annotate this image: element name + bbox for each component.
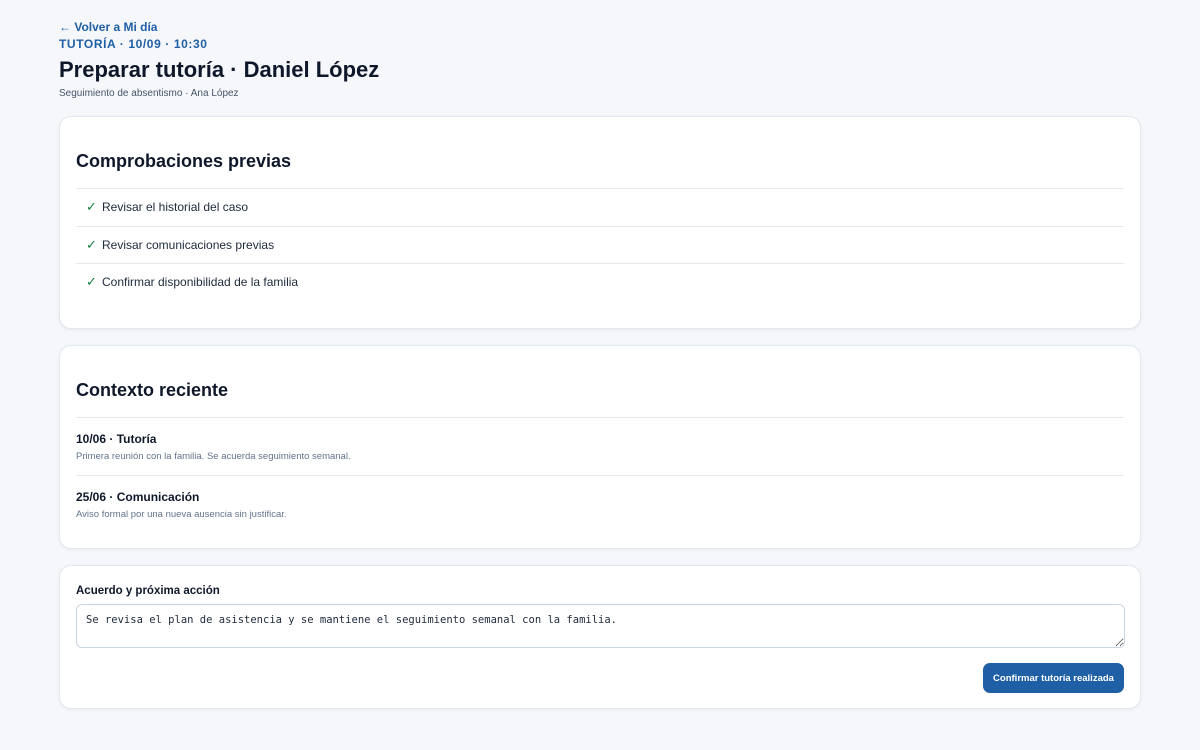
confirm-tutoring-button[interactable]: Confirmar tutoría realizada [983,663,1124,693]
agreement-label: Acuerdo y próxima acción [76,585,220,597]
context-title: Contexto reciente [76,380,229,400]
checks-title: Comprobaciones previas [76,151,292,171]
timeline-entry-detail: Primera reunión con la familia. Se acuer… [76,451,351,462]
timeline-entry: 10/06 · Tutoría Primera reunión con la f… [76,417,1124,475]
context-card: Contexto reciente 10/06 · Tutoría Primer… [59,345,1141,549]
check-item-label: Confirmar disponibilidad de la familia [102,275,299,290]
timeline-entry-heading: 10/06 · Tutoría [76,432,157,446]
check-item[interactable]: ✓ Revisar comunicaciones previas [76,225,1124,264]
tutoring-prep-page: ← Volver a Mi día TUTORÍA · 10/09 · 10:3… [0,0,1200,750]
checkmark-icon: ✓ [86,236,97,252]
agreement-card: Acuerdo y próxima acción Se revisa el pl… [59,565,1141,709]
page-title: Preparar tutoría · Daniel López [59,57,380,82]
check-item[interactable]: ✓ Revisar el historial del caso [76,188,1124,226]
context-timeline: 10/06 · Tutoría Primera reunión con la f… [76,417,1124,533]
session-eyebrow: TUTORÍA · 10/09 · 10:30 [59,37,208,51]
check-item-label: Revisar comunicaciones previas [102,237,275,252]
check-item[interactable]: ✓ Confirmar disponibilidad de la familia [76,263,1124,301]
checks-card: Comprobaciones previas ✓ Revisar el hist… [59,116,1141,329]
timeline-entry-detail: Aviso formal por una nueva ausencia sin … [76,509,287,520]
check-item-label: Revisar el historial del caso [102,200,249,215]
checkmark-icon: ✓ [86,274,97,290]
agreement-textarea[interactable]: Se revisa el plan de asistencia y se man… [76,604,1125,648]
checkmark-icon: ✓ [86,199,97,215]
back-link[interactable]: ← Volver a Mi día [59,20,157,34]
page-subtitle: Seguimiento de absentismo · Ana López [59,88,239,99]
timeline-entry-heading: 25/06 · Comunicación [76,490,200,504]
timeline-entry: 25/06 · Comunicación Aviso formal por un… [76,475,1124,533]
checks-list: ✓ Revisar el historial del caso ✓ Revisa… [76,188,1124,301]
